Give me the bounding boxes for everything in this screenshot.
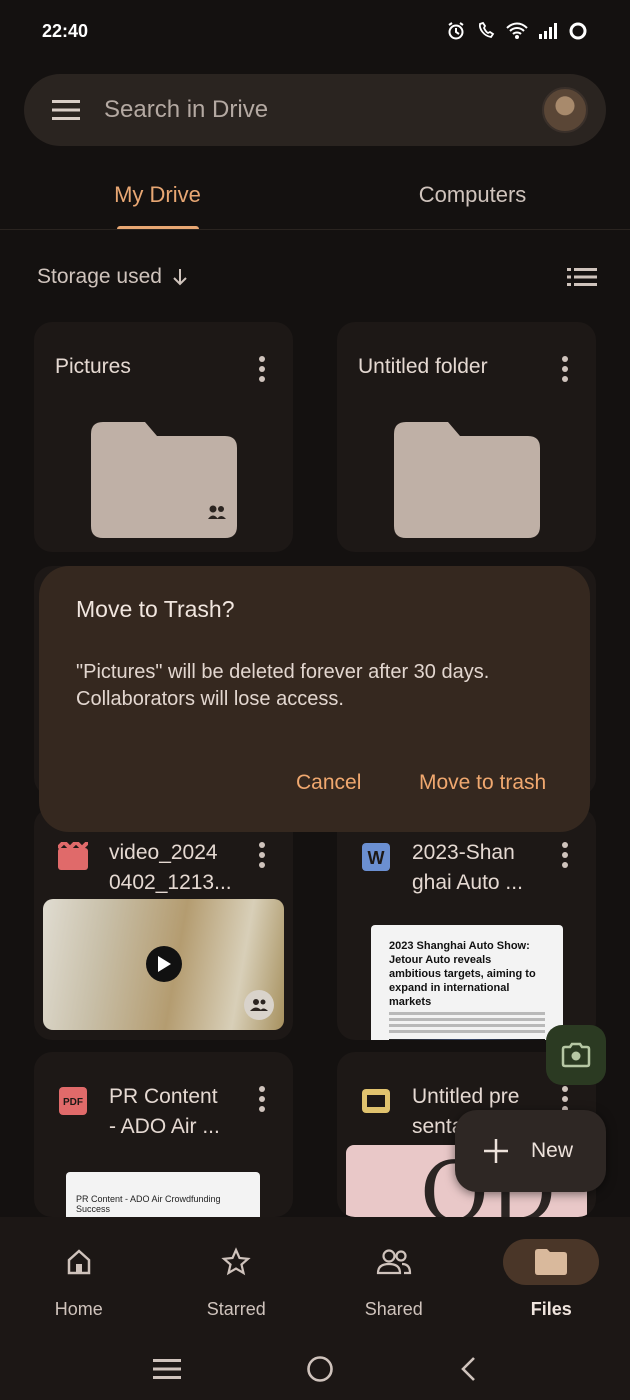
new-label: New [531, 1139, 574, 1162]
signal-icon [539, 23, 557, 39]
home-icon [67, 1249, 90, 1275]
dialog-title: Move to Trash? [76, 596, 235, 622]
system-navigation-bar [0, 1337, 630, 1400]
file-card-video[interactable]: video_2024 0402_1213... [34, 808, 293, 1040]
pdf-file-icon: PDF [59, 1087, 87, 1115]
nav-files[interactable]: Files [473, 1217, 630, 1337]
card-title: 2023-Shan ghai Auto ... [412, 841, 523, 894]
move-to-trash-dialog: Move to Trash? "Pictures" will be delete… [39, 566, 590, 832]
svg-text:PDF: PDF [63, 1097, 83, 1108]
folder-icon [91, 422, 237, 538]
alarm-icon [448, 22, 464, 40]
status-time: 22:40 [42, 20, 89, 41]
tab-my-drive[interactable]: My Drive [0, 160, 315, 230]
divider [0, 229, 630, 230]
avatar[interactable] [542, 87, 588, 133]
sort-button[interactable]: Storage used [37, 265, 188, 289]
list-view-icon[interactable] [567, 268, 597, 286]
video-thumbnail [43, 899, 284, 1030]
new-button[interactable]: New [455, 1110, 606, 1192]
wifi-icon [506, 22, 528, 39]
recents-icon[interactable] [152, 1358, 181, 1379]
card-title: video_2024 0402_1213... [109, 841, 232, 894]
slides-file-icon [362, 1089, 390, 1113]
card-title: Pictures [55, 355, 131, 378]
back-icon[interactable] [459, 1356, 477, 1382]
status-icons [446, 21, 588, 41]
nav-shared[interactable]: Shared [315, 1217, 473, 1337]
cancel-button[interactable]: Cancel [296, 771, 361, 795]
video-file-icon [58, 842, 88, 870]
star-icon [221, 1247, 251, 1276]
sort-row: Storage used [37, 255, 597, 299]
search-bar[interactable]: Search in Drive [24, 74, 606, 146]
word-file-icon: W [362, 843, 390, 871]
more-options-icon[interactable] [561, 1086, 569, 1112]
pdf-thumbnail: PR Content - ADO Air Crowdfunding Succes… [66, 1172, 260, 1217]
dialog-message: "Pictures" will be deleted forever after… [76, 661, 490, 710]
card-title: Untitled folder [358, 355, 488, 378]
document-thumbnail: 2023 Shanghai Auto Show: Jetour Auto rev… [371, 925, 563, 1040]
folder-card-pictures[interactable]: Pictures [34, 322, 293, 552]
wifi-call-icon [478, 21, 495, 38]
move-to-trash-button[interactable]: Move to trash [419, 771, 546, 795]
nav-starred[interactable]: Starred [158, 1217, 316, 1337]
arrow-down-icon [173, 269, 187, 286]
nav-home-label: Home [54, 1299, 103, 1319]
nav-files-label: Files [530, 1299, 572, 1319]
play-icon [146, 946, 182, 982]
tab-computers[interactable]: Computers [315, 160, 630, 230]
file-card-word[interactable]: W 2023-Shan ghai Auto ... 2023 Shanghai … [337, 808, 596, 1040]
more-options-icon[interactable] [258, 842, 266, 868]
nav-starred-label: Starred [206, 1299, 266, 1319]
folder-card-untitled[interactable]: Untitled folder [337, 322, 596, 552]
home-circle-icon[interactable] [306, 1355, 334, 1383]
folder-icon [394, 422, 540, 538]
shared-icon [244, 990, 274, 1020]
more-options-icon[interactable] [258, 356, 266, 382]
status-bar: 22:40 [0, 0, 630, 62]
nav-home[interactable]: Home [0, 1217, 158, 1337]
sort-label: Storage used [37, 265, 162, 288]
tab-bar: My Drive Computers [0, 160, 630, 230]
svg-text:W: W [368, 848, 385, 868]
plus-icon [484, 1139, 508, 1163]
file-card-pdf[interactable]: PDF PR Content - ADO Air ... PR Content … [34, 1052, 293, 1217]
more-options-icon[interactable] [561, 356, 569, 382]
more-options-icon[interactable] [561, 842, 569, 868]
camera-icon [561, 1042, 591, 1068]
battery-ring-icon [569, 22, 587, 40]
search-input[interactable]: Search in Drive [104, 96, 542, 124]
bottom-navigation: Home Starred Shared Files [0, 1217, 630, 1337]
menu-icon[interactable] [52, 100, 80, 120]
more-options-icon[interactable] [258, 1086, 266, 1112]
nav-shared-label: Shared [364, 1299, 423, 1319]
folder-icon [535, 1249, 568, 1275]
scan-camera-button[interactable] [546, 1025, 606, 1085]
card-title: PR Content - ADO Air ... [109, 1085, 220, 1138]
people-icon [376, 1249, 411, 1275]
